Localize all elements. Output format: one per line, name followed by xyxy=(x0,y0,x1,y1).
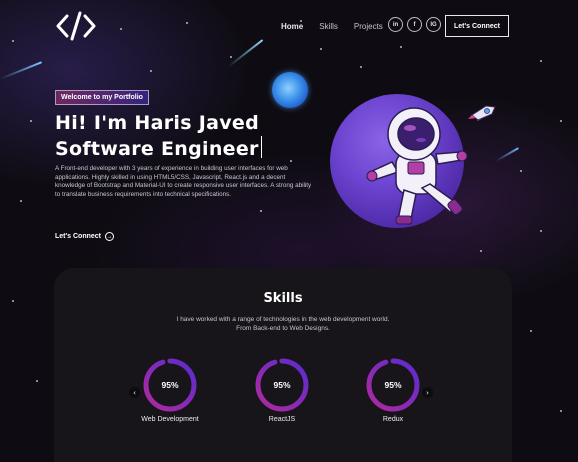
linkedin-icon[interactable]: in xyxy=(388,17,403,32)
skill-progress-ring: 95% xyxy=(141,356,199,414)
skill-progress-ring: 95% xyxy=(364,356,422,414)
shooting-star xyxy=(227,39,264,68)
skill-label: Redux xyxy=(382,416,404,423)
astronaut-illustration xyxy=(366,107,468,225)
nav-link-skills[interactable]: Skills xyxy=(319,22,338,31)
code-logo-icon[interactable] xyxy=(56,10,96,42)
skill-label: Web Development xyxy=(141,416,199,423)
lets-connect-button[interactable]: Let's Connect xyxy=(445,15,509,37)
hero-connect-label: Let's Connect xyxy=(55,233,102,240)
skills-subtitle-line1: I have worked with a range of technologi… xyxy=(176,316,390,323)
social-links: in f IG xyxy=(388,17,441,32)
skill-item-reactjs[interactable]: 95% ReactJS xyxy=(242,356,322,423)
hero-connect-link[interactable]: Let's Connect → xyxy=(55,232,115,241)
nav-link-projects[interactable]: Projects xyxy=(354,22,383,31)
skill-percent: 95% xyxy=(273,380,291,390)
rocket-illustration xyxy=(468,105,496,121)
blue-planet-illustration xyxy=(272,72,308,108)
main-nav: Home Skills Projects xyxy=(281,22,383,31)
skill-item-web-development[interactable]: 95% Web Development xyxy=(130,356,210,423)
facebook-icon[interactable]: f xyxy=(407,17,422,32)
shooting-star xyxy=(495,147,520,162)
skill-label: ReactJS xyxy=(268,416,296,423)
headline-role: Software Engineer xyxy=(55,138,259,160)
arrow-right-circle-icon: → xyxy=(105,232,115,241)
skills-section: Skills I have worked with a range of tec… xyxy=(54,268,512,462)
instagram-icon[interactable]: IG xyxy=(426,17,441,32)
hero-headline: Hi! I'm Haris Javed Software Engineer xyxy=(55,111,263,162)
skill-progress-ring: 95% xyxy=(253,356,311,414)
skill-item-redux[interactable]: 95% Redux xyxy=(353,356,433,423)
headline-greeting: Hi! I'm Haris Javed xyxy=(55,112,259,134)
skills-subtitle: I have worked with a range of technologi… xyxy=(54,315,512,333)
skill-percent: 95% xyxy=(161,380,179,390)
nav-link-home[interactable]: Home xyxy=(281,22,303,31)
skill-percent: 95% xyxy=(384,380,402,390)
shooting-star xyxy=(0,61,43,80)
typing-cursor xyxy=(260,136,263,158)
hero-description: A Front-end developer with 3 years of ex… xyxy=(55,165,312,198)
skills-subtitle-line2: From Back-end to Web Designs. xyxy=(236,325,330,332)
skills-title: Skills xyxy=(263,291,303,306)
welcome-tagline: Welcome to my Portfolio xyxy=(55,90,149,105)
